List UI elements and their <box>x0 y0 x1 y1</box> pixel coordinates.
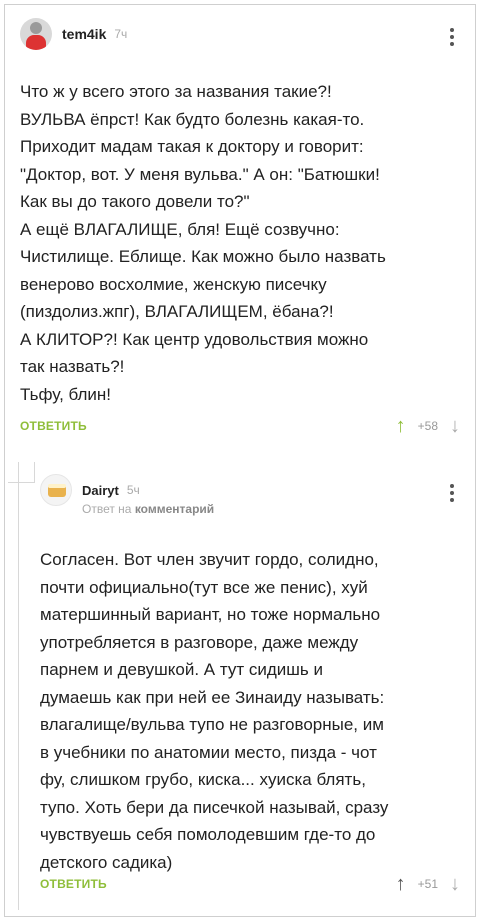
comment-text: Что ж у всего этого за названия такие?! … <box>20 82 386 404</box>
timestamp: 7ч <box>114 27 128 41</box>
avatar[interactable] <box>20 18 52 50</box>
rating-controls: ↑ +58 ↓ <box>396 414 460 438</box>
comment-actions: ОТВЕТИТЬ ↑ +58 ↓ <box>20 414 460 438</box>
more-options-icon[interactable] <box>450 28 454 49</box>
avatar-head <box>30 22 42 34</box>
comment: tem4ik 7ч Что ж у всего этого за названи… <box>20 14 460 437</box>
comment: Dairyt 5ч Ответ на комментарий Согласен.… <box>40 470 460 895</box>
comment-text: Согласен. Вот член звучит гордо, солидно… <box>40 550 389 872</box>
reply-to-link[interactable]: комментарий <box>135 502 214 516</box>
avatar-cream <box>48 484 66 488</box>
reply-button[interactable]: ОТВЕТИТЬ <box>40 877 107 891</box>
avatar[interactable] <box>40 474 72 506</box>
thread-collapse-icon[interactable] <box>8 462 35 483</box>
downvote-icon[interactable]: ↓ <box>450 415 460 438</box>
downvote-icon[interactable]: ↓ <box>450 873 460 896</box>
username[interactable]: tem4ik <box>62 26 106 42</box>
rating-value: +58 <box>417 419 438 433</box>
timestamp: 5ч <box>126 483 140 497</box>
username[interactable]: Dairyt <box>82 483 119 498</box>
rating-value: +51 <box>417 877 438 891</box>
reply-to-prefix: Ответ на <box>82 502 132 516</box>
upvote-icon[interactable]: ↑ <box>396 873 406 896</box>
comment-header: tem4ik 7ч <box>20 14 460 54</box>
reply-button[interactable]: ОТВЕТИТЬ <box>20 419 87 433</box>
reply-to-line: Ответ на комментарий <box>82 502 460 516</box>
comment-actions: ОТВЕТИТЬ ↑ +51 ↓ <box>40 872 460 896</box>
upvote-icon[interactable]: ↑ <box>396 415 406 438</box>
more-options-icon[interactable] <box>450 484 454 505</box>
thread-branch-line[interactable] <box>18 462 35 910</box>
avatar-body <box>26 35 46 50</box>
rating-controls: ↑ +51 ↓ <box>396 872 460 896</box>
